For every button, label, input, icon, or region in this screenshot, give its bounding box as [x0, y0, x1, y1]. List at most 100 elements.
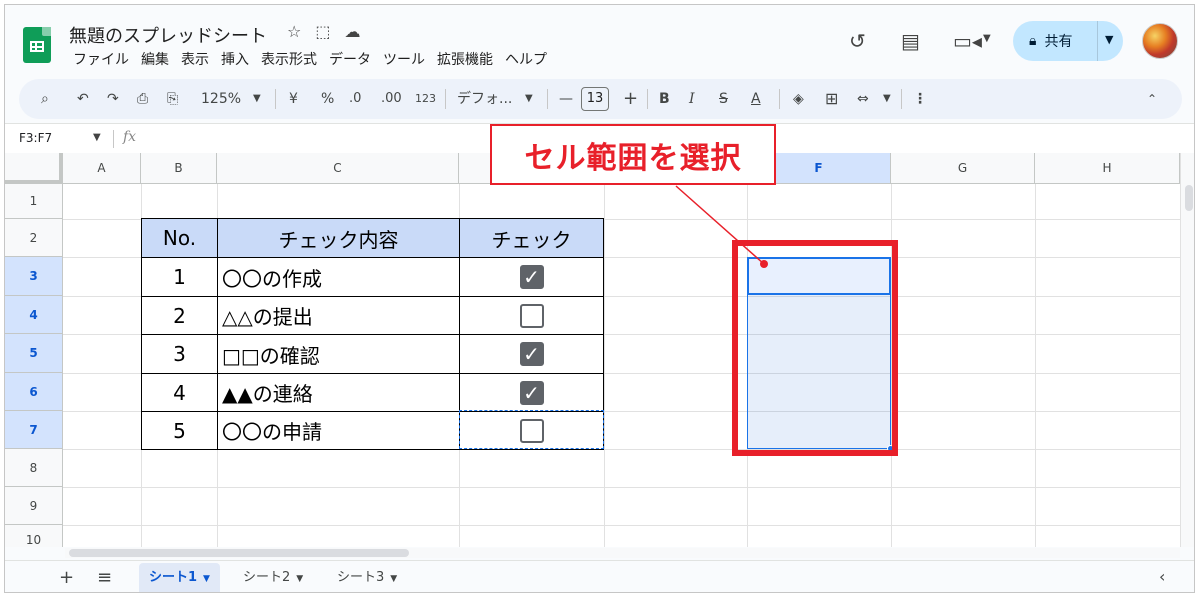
table-cell-checkbox[interactable]	[459, 296, 604, 335]
collapse-sidebar-icon[interactable]: ‹	[1159, 567, 1165, 586]
menu-file[interactable]: ファイル	[67, 49, 135, 69]
menu-data[interactable]: データ	[323, 49, 377, 69]
italic-button[interactable]: I	[689, 79, 695, 119]
font-size-decrease-icon[interactable]: —	[559, 79, 573, 119]
table-cell-no[interactable]: 2	[141, 296, 218, 335]
row-header-7[interactable]: 7	[5, 411, 63, 449]
merge-caret-icon[interactable]: ▼	[883, 79, 891, 119]
menu-insert[interactable]: 挿入	[215, 49, 255, 69]
title-icons: ☆ ⬚ ☁	[287, 22, 360, 41]
comments-icon[interactable]: ▤	[901, 29, 920, 53]
vertical-scroll-thumb[interactable]	[1185, 185, 1193, 211]
paint-format-icon[interactable]: ⎘	[167, 79, 178, 119]
search-menus-icon[interactable]: ⌕	[41, 79, 49, 119]
meet-caret-icon[interactable]: ▼	[983, 33, 991, 44]
doc-title[interactable]: 無題のスプレッドシート	[69, 22, 267, 48]
redo-icon[interactable]: ↷	[107, 79, 119, 119]
horizontal-scroll-thumb[interactable]	[69, 549, 409, 557]
row-header-6[interactable]: 6	[5, 373, 63, 411]
fill-color-icon[interactable]: ◈	[793, 79, 804, 119]
row-header-10[interactable]: 10	[5, 525, 63, 547]
text-color-button[interactable]: A	[751, 79, 761, 119]
all-sheets-icon[interactable]: ≡	[97, 567, 112, 588]
decrease-decimal-button[interactable]: .0	[349, 79, 361, 119]
row-header-2[interactable]: 2	[5, 219, 63, 257]
checkbox-checked[interactable]: ✓	[519, 265, 544, 289]
table-header-no[interactable]: No.	[141, 218, 218, 258]
table-cell-no[interactable]: 1	[141, 257, 218, 297]
row-header-3[interactable]: 3	[5, 257, 63, 296]
row-header-8[interactable]: 8	[5, 449, 63, 487]
zoom-caret-icon[interactable]: ▼	[253, 79, 261, 119]
bold-button[interactable]: B	[659, 79, 670, 119]
more-options-icon[interactable]: ⋮	[913, 79, 927, 119]
col-header-g[interactable]: G	[891, 153, 1035, 184]
avatar[interactable]	[1142, 23, 1178, 59]
horizontal-scrollbar[interactable]	[65, 548, 1180, 558]
col-header-b[interactable]: B	[141, 153, 217, 184]
meet-icon[interactable]: ▭◂	[953, 29, 982, 53]
font-size-input[interactable]: 13	[581, 87, 609, 111]
row-header-4[interactable]: 4	[5, 296, 63, 334]
table-cell-content[interactable]: ▲▲の連絡	[217, 373, 460, 412]
cloud-status-icon[interactable]: ☁	[344, 22, 360, 41]
row-header-1[interactable]: 1	[5, 184, 63, 219]
share-button[interactable]: 🔒︎ 共有 ▼	[1013, 21, 1123, 61]
name-box-caret-icon[interactable]: ▼	[93, 132, 101, 143]
col-header-h[interactable]: H	[1035, 153, 1180, 184]
font-size-increase-icon[interactable]: +	[623, 79, 638, 119]
merge-cells-icon[interactable]: ⇔	[857, 79, 869, 119]
col-header-a[interactable]: A	[63, 153, 141, 184]
borders-icon[interactable]: ⊞	[825, 79, 838, 119]
checkbox-checked[interactable]: ✓	[519, 380, 544, 405]
menu-bar: ファイル 編集 表示 挿入 表示形式 データ ツール 拡張機能 ヘルプ	[67, 49, 553, 69]
checkbox-unchecked[interactable]	[519, 303, 544, 328]
col-header-c[interactable]: C	[217, 153, 459, 184]
table-header-check[interactable]: チェック	[459, 218, 604, 258]
move-to-folder-icon[interactable]: ⬚	[315, 22, 330, 41]
table-cell-content[interactable]: 〇〇の作成	[217, 257, 460, 297]
strikethrough-icon[interactable]: S	[719, 79, 728, 119]
table-cell-no[interactable]: 5	[141, 411, 218, 450]
add-sheet-icon[interactable]: +	[59, 567, 74, 588]
table-cell-checkbox[interactable]: ✓	[459, 334, 604, 374]
history-icon[interactable]: ↺	[849, 29, 866, 53]
undo-icon[interactable]: ↶	[77, 79, 89, 119]
row-header-5[interactable]: 5	[5, 334, 63, 373]
sheets-logo-icon[interactable]	[23, 27, 51, 63]
menu-view[interactable]: 表示	[175, 49, 215, 69]
vertical-scrollbar[interactable]	[1180, 153, 1194, 547]
menu-extensions[interactable]: 拡張機能	[431, 49, 499, 69]
table-cell-checkbox[interactable]: ✓	[459, 373, 604, 412]
checkbox-checked[interactable]: ✓	[519, 342, 544, 366]
row-header-9[interactable]: 9	[5, 487, 63, 525]
sheet-tab-2[interactable]: シート2 ▼	[233, 563, 313, 592]
name-box[interactable]: F3:F7	[19, 131, 52, 145]
table-header-content[interactable]: チェック内容	[217, 218, 460, 258]
zoom-select[interactable]: 125%	[201, 79, 241, 119]
currency-button[interactable]: ¥	[289, 79, 298, 119]
table-cell-content[interactable]: □□の確認	[217, 334, 460, 374]
font-caret-icon[interactable]: ▼	[525, 79, 533, 119]
more-formats-button[interactable]: 123	[415, 79, 436, 119]
table-cell-content[interactable]: 〇〇の申請	[217, 411, 460, 450]
sheet-tab-1[interactable]: シート1 ▼	[139, 563, 220, 592]
select-all-corner[interactable]	[5, 153, 63, 184]
percent-button[interactable]: %	[321, 79, 334, 119]
star-icon[interactable]: ☆	[287, 22, 301, 41]
menu-tools[interactable]: ツール	[377, 49, 431, 69]
sheet-tab-3[interactable]: シート3 ▼	[327, 563, 407, 592]
collapse-toolbar-icon[interactable]: ⌃	[1147, 79, 1157, 119]
font-select[interactable]: デフォ...	[457, 79, 512, 119]
spreadsheet-grid[interactable]: A B C D E F G H 1 2 3 4 5 6 7 8 9 10	[5, 153, 1180, 547]
menu-edit[interactable]: 編集	[135, 49, 175, 69]
print-icon[interactable]: ⎙	[137, 79, 148, 119]
menu-help[interactable]: ヘルプ	[499, 49, 553, 69]
increase-decimal-button[interactable]: .00	[381, 79, 402, 119]
table-cell-no[interactable]: 4	[141, 373, 218, 412]
table-cell-checkbox[interactable]: ✓	[459, 257, 604, 297]
menu-format[interactable]: 表示形式	[255, 49, 323, 69]
share-caret-icon[interactable]: ▼	[1105, 33, 1113, 46]
table-cell-no[interactable]: 3	[141, 334, 218, 374]
table-cell-content[interactable]: △△の提出	[217, 296, 460, 335]
